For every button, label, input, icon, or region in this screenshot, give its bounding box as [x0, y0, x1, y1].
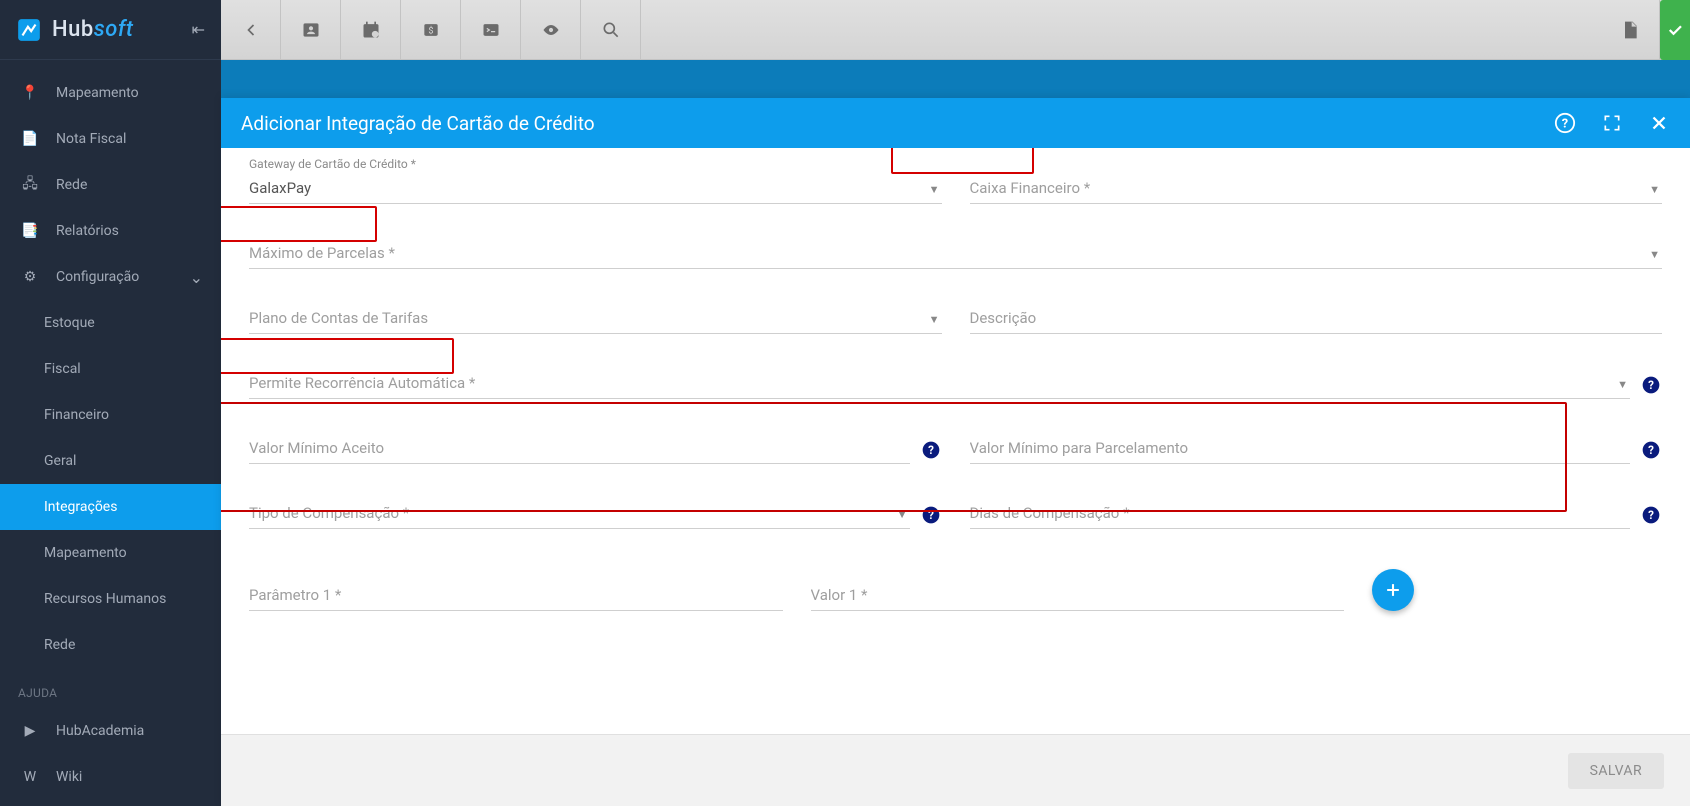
brand-text: Hubsoft: [52, 17, 133, 42]
nav-list: 📍Mapeamento 📄Nota Fiscal 🖧Rede 📑Relatóri…: [0, 60, 221, 800]
help-tooltip-icon[interactable]: ?: [1640, 375, 1662, 395]
svg-text:?: ?: [928, 443, 934, 457]
calendar-icon[interactable]: [341, 0, 401, 60]
gateway-select[interactable]: [249, 173, 942, 204]
back-button[interactable]: [221, 0, 281, 60]
money-icon[interactable]: $: [401, 0, 461, 60]
help-tooltip-icon[interactable]: ?: [920, 440, 942, 460]
sidebar-sub-recursos-humanos[interactable]: Recursos Humanos: [0, 576, 221, 622]
logo-area: Hubsoft ⇤: [0, 0, 221, 60]
plano-contas-select[interactable]: [249, 303, 942, 334]
report-icon: 📑: [18, 223, 42, 239]
svg-text:?: ?: [1648, 378, 1654, 392]
sidebar: Hubsoft ⇤ 📍Mapeamento 📄Nota Fiscal 🖧Rede…: [0, 0, 221, 806]
sidebar-sub-financeiro[interactable]: Financeiro: [0, 392, 221, 438]
gear-icon: ⚙: [18, 269, 42, 285]
svg-text:?: ?: [1562, 117, 1568, 132]
help-tooltip-icon[interactable]: ?: [1640, 505, 1662, 525]
contact-icon[interactable]: [281, 0, 341, 60]
fullscreen-icon[interactable]: [1602, 113, 1622, 133]
parametro-1-input[interactable]: [249, 580, 783, 611]
valor-1-input[interactable]: [811, 580, 1345, 611]
check-icon[interactable]: [1660, 0, 1690, 60]
help-tooltip-icon[interactable]: ?: [920, 505, 942, 525]
save-button[interactable]: SALVAR: [1568, 753, 1664, 789]
modal-footer: SALVAR: [221, 734, 1690, 806]
pin-icon: 📍: [18, 85, 42, 101]
svg-text:?: ?: [1648, 443, 1654, 457]
modal: Adicionar Integração de Cartão de Crédit…: [221, 98, 1690, 806]
svg-text:?: ?: [928, 508, 934, 522]
sidebar-item-hubacademia[interactable]: ▶HubAcademia: [0, 708, 221, 754]
sidebar-sub-estoque[interactable]: Estoque: [0, 300, 221, 346]
descricao-input[interactable]: [970, 303, 1663, 334]
highlight-caixa: [891, 148, 1034, 174]
sidebar-sub-fiscal[interactable]: Fiscal: [0, 346, 221, 392]
highlight-max-parcelas: [221, 206, 377, 242]
svg-text:?: ?: [1648, 508, 1654, 522]
help-tooltip-icon[interactable]: ?: [1640, 440, 1662, 460]
blue-strip: [221, 60, 1690, 98]
sidebar-item-relatorios[interactable]: 📑Relatórios: [0, 208, 221, 254]
eye-icon[interactable]: [521, 0, 581, 60]
chevron-down-icon: ⌄: [190, 268, 203, 287]
terminal-icon[interactable]: [461, 0, 521, 60]
sidebar-sub-geral[interactable]: Geral: [0, 438, 221, 484]
receipt-icon: 📄: [18, 131, 42, 147]
wiki-icon: W: [18, 769, 42, 785]
sidebar-sub-mapeamento[interactable]: Mapeamento: [0, 530, 221, 576]
add-param-button[interactable]: [1372, 569, 1414, 611]
gateway-label: Gateway de Cartão de Crédito *: [249, 157, 416, 171]
main-area: $ Adicionar Integração de Cartão de Créd…: [221, 0, 1690, 806]
sidebar-sub-integracoes[interactable]: Integrações: [0, 484, 221, 530]
search-icon[interactable]: [581, 0, 641, 60]
help-section-header: AJUDA: [0, 668, 221, 708]
valor-minimo-parcelamento-input[interactable]: [970, 433, 1631, 464]
tipo-compensacao-select[interactable]: [249, 498, 910, 529]
sidebar-item-mapeamento[interactable]: 📍Mapeamento: [0, 70, 221, 116]
collapse-icon[interactable]: ⇤: [192, 20, 205, 39]
sidebar-item-wiki[interactable]: WWiki: [0, 754, 221, 800]
modal-title: Adicionar Integração de Cartão de Crédit…: [241, 112, 595, 135]
sidebar-item-configuracao[interactable]: ⚙Configuração⌄: [0, 254, 221, 300]
youtube-icon: ▶: [18, 723, 42, 739]
valor-minimo-input[interactable]: [249, 433, 910, 464]
logo-icon: [16, 17, 42, 43]
sidebar-item-rede[interactable]: 🖧Rede: [0, 162, 221, 208]
modal-header: Adicionar Integração de Cartão de Crédit…: [221, 98, 1690, 148]
max-parcelas-select[interactable]: [249, 238, 1662, 269]
recorrencia-select[interactable]: [249, 368, 1630, 399]
close-icon[interactable]: [1648, 112, 1670, 134]
dias-compensacao-input[interactable]: [970, 498, 1631, 529]
pdf-icon[interactable]: [1600, 0, 1660, 60]
network-icon: 🖧: [18, 173, 42, 197]
caixa-financeiro-select[interactable]: [970, 173, 1663, 204]
help-icon[interactable]: ?: [1554, 112, 1576, 134]
sidebar-item-nota-fiscal[interactable]: 📄Nota Fiscal: [0, 116, 221, 162]
sidebar-sub-rede[interactable]: Rede: [0, 622, 221, 668]
modal-body: Gateway de Cartão de Crédito * ▼ ▼: [221, 148, 1690, 734]
topbar: $: [221, 0, 1690, 60]
svg-text:$: $: [428, 25, 433, 36]
